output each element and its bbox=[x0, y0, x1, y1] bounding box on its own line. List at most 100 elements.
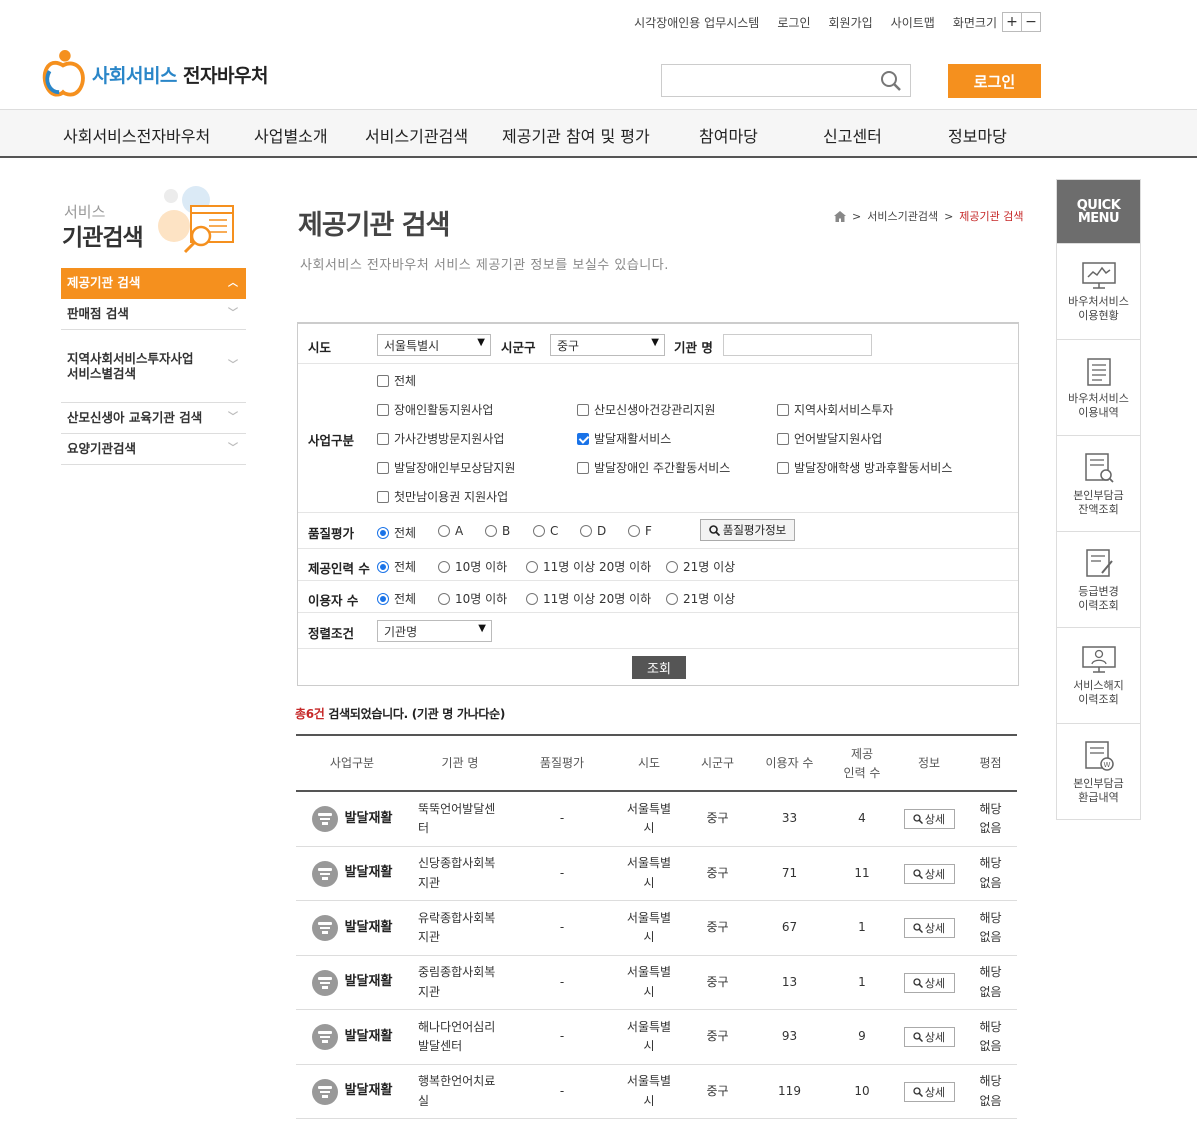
biz-checkbox-day-activity[interactable]: 발달장애인 주간활동서비스 bbox=[577, 459, 730, 476]
quick-item-grade-history[interactable]: 등급변경 이력조회 bbox=[1057, 531, 1140, 627]
org-name-label: 기관 명 bbox=[674, 340, 713, 355]
util-link-login[interactable]: 로그인 bbox=[777, 14, 810, 31]
chevron-down-icon: ▼ bbox=[478, 623, 486, 634]
side-nav-item-provider-search[interactable]: 제공기관 검색 ︿ bbox=[61, 268, 246, 299]
users-radio-all[interactable]: 전체 bbox=[377, 590, 416, 607]
login-button[interactable]: 로그인 bbox=[948, 64, 1041, 98]
search-submit-button[interactable]: 조회 bbox=[632, 656, 686, 679]
search-icon bbox=[913, 977, 923, 988]
development-rehab-icon bbox=[311, 860, 338, 887]
staff-radio-all[interactable]: 전체 bbox=[377, 558, 416, 575]
users-radio-under-10[interactable]: 10명 이하 bbox=[438, 590, 507, 607]
quick-item-termination-history[interactable]: 서비스해지 이력조회 bbox=[1057, 627, 1140, 723]
biz-checkbox-first-meeting[interactable]: 첫만남이용권 지원사업 bbox=[377, 488, 508, 505]
biz-checkbox-development-rehab[interactable]: 발달재활서비스 bbox=[577, 430, 671, 447]
quick-item-usage-history[interactable]: 바우처서비스 이용내역 bbox=[1057, 339, 1140, 435]
cell-sigungu: 중구 bbox=[706, 920, 729, 935]
staff-radio-11-to-20[interactable]: 11명 이상 20명 이하 bbox=[526, 558, 651, 575]
users-radio-11-to-20[interactable]: 11명 이상 20명 이하 bbox=[526, 590, 651, 607]
search-icon bbox=[913, 868, 923, 879]
cell-quality: - bbox=[559, 920, 565, 935]
detail-button[interactable]: 상세 bbox=[903, 1081, 955, 1102]
home-icon[interactable] bbox=[834, 210, 846, 222]
breadcrumb-item[interactable]: 서비스기관검색 bbox=[867, 208, 938, 224]
development-rehab-icon bbox=[311, 969, 338, 996]
table-row[interactable]: 발달재활 뚝뚝언어발달센 터 - 서울특별 시 중구 33 4 상세 해당 없음 bbox=[296, 792, 1017, 847]
quality-radio-c[interactable]: C bbox=[533, 524, 558, 538]
util-link-accessibility[interactable]: 시각장애인용 업무시스템 bbox=[634, 14, 759, 31]
gnb-item-participation[interactable]: 제공기관 참여 및 평가 bbox=[502, 123, 650, 147]
breadcrumb: > 서비스기관검색 > 제공기관 검색 bbox=[834, 208, 1024, 224]
search-input[interactable] bbox=[662, 65, 872, 96]
detail-button[interactable]: 상세 bbox=[903, 863, 955, 884]
monitor-chart-icon bbox=[1081, 262, 1116, 289]
table-row[interactable]: 발달재활 행복한언어치료 실 - 서울특별 시 중구 119 10 상세 해당 없음 bbox=[296, 1065, 1017, 1119]
quality-info-button[interactable]: 품질평가정보 bbox=[700, 519, 795, 541]
gnb-item-org-search[interactable]: 서비스기관검색 bbox=[365, 123, 468, 147]
biz-checkbox-after-school[interactable]: 발달장애학생 방과후활동서비스 bbox=[777, 459, 952, 476]
quality-radio-a[interactable]: A bbox=[438, 524, 463, 538]
sido-select[interactable]: 서울특별시 ▼ bbox=[377, 334, 491, 356]
document-coin-icon: W bbox=[1084, 741, 1114, 771]
cell-business: 발달재활 bbox=[296, 901, 408, 955]
cell-info: 상세 bbox=[894, 847, 964, 901]
site-search bbox=[661, 64, 911, 97]
quick-item-usage-status[interactable]: 바우처서비스 이용현황 bbox=[1057, 243, 1140, 339]
search-icon bbox=[913, 1032, 923, 1042]
zoom-in-button[interactable]: + bbox=[1002, 12, 1022, 32]
detail-button[interactable]: 상세 bbox=[903, 972, 955, 993]
cell-sido: 서울특별 시 bbox=[626, 965, 672, 999]
quick-item-balance[interactable]: 본인부담금 잔액조회 bbox=[1057, 435, 1140, 531]
util-link-signup[interactable]: 회원가입 bbox=[828, 14, 872, 31]
quality-radio-d[interactable]: D bbox=[580, 524, 606, 538]
detail-button[interactable]: 상세 bbox=[903, 809, 955, 829]
zoom-out-button[interactable]: − bbox=[1021, 12, 1041, 32]
biz-checkbox-community-investment[interactable]: 지역사회서비스투자 bbox=[777, 401, 893, 418]
biz-checkbox-parent-counseling[interactable]: 발달장애인부모상담지원 bbox=[377, 459, 515, 476]
gnb-item-forum[interactable]: 참여마당 bbox=[699, 123, 758, 147]
page-description: 사회서비스 전자바우처 서비스 제공기관 정보를 보실수 있습니다. bbox=[300, 258, 669, 273]
side-nav: 제공기관 검색 ︿ 판매점 검색 ﹀ 지역사회서비스투자사업 서비스별검색 ﹀ … bbox=[61, 268, 246, 465]
users-radio-over-21[interactable]: 21명 이상 bbox=[666, 590, 735, 607]
util-link-sitemap[interactable]: 사이트맵 bbox=[891, 14, 935, 31]
search-icon[interactable] bbox=[880, 70, 902, 92]
gnb-item-business[interactable]: 사업별소개 bbox=[254, 123, 328, 147]
sort-select[interactable]: 기관명 ▼ bbox=[377, 620, 492, 642]
gnb-item-voucher[interactable]: 사회서비스전자바우처 bbox=[63, 123, 210, 147]
quality-radio-b[interactable]: B bbox=[485, 524, 510, 538]
quality-radio-all[interactable]: 전체 bbox=[377, 524, 416, 541]
quality-radio-f[interactable]: F bbox=[628, 524, 652, 538]
biz-checkbox-home-care[interactable]: 가사간병방문지원사업 bbox=[377, 430, 504, 447]
table-row[interactable]: 발달재활 중림종합사회복 지관 - 서울특별 시 중구 13 1 상세 해당 없음 bbox=[296, 956, 1017, 1010]
logo-text-secondary: 전자바우처 bbox=[183, 64, 268, 87]
detail-button[interactable]: 상세 bbox=[903, 918, 955, 938]
cell-sigungu: 중구 bbox=[706, 974, 729, 989]
cell-score: 해당 없음 bbox=[979, 1019, 1002, 1053]
staff-radio-over-21[interactable]: 21명 이상 bbox=[666, 558, 735, 575]
side-nav-item-store-search[interactable]: 판매점 검색 ﹀ bbox=[61, 299, 246, 330]
staff-radio-under-10[interactable]: 10명 이하 bbox=[438, 558, 507, 575]
sigungu-select[interactable]: 중구 ▼ bbox=[550, 334, 665, 356]
gnb-item-report[interactable]: 신고센터 bbox=[823, 123, 882, 147]
biz-checkbox-activity-support[interactable]: 장애인활동지원사업 bbox=[377, 401, 493, 418]
biz-checkbox-language-development[interactable]: 언어발달지원사업 bbox=[777, 430, 882, 447]
col-header-sigungu: 시군구 bbox=[700, 756, 735, 771]
cell-staff: 11 bbox=[854, 865, 870, 880]
table-row[interactable]: 발달재활 해나다언어심리 발달센터 - 서울특별 시 중구 93 9 상세 해당 없음 bbox=[296, 1010, 1017, 1065]
document-search-icon bbox=[1084, 453, 1114, 483]
table-row[interactable]: 발달재활 신당종합사회복 지관 - 서울특별 시 중구 71 11 상세 해당 없음 bbox=[296, 847, 1017, 901]
quick-item-refund-history[interactable]: W 본인부담금 환급내역 bbox=[1057, 723, 1140, 819]
table-row[interactable]: 발달재활 유락종합사회복 지관 - 서울특별 시 중구 67 1 상세 해당 없음 bbox=[296, 901, 1017, 956]
development-rehab-icon bbox=[311, 806, 338, 832]
side-nav-item-care-facility[interactable]: 요양기관검색 ﹀ bbox=[61, 434, 246, 465]
detail-button[interactable]: 상세 bbox=[903, 1027, 955, 1047]
side-nav-item-community-investment[interactable]: 지역사회서비스투자사업 서비스별검색 ﹀ bbox=[61, 330, 246, 403]
side-nav-item-maternity-education[interactable]: 산모신생아 교육기관 검색 ﹀ bbox=[61, 403, 246, 434]
biz-checkbox-all[interactable]: 전체 bbox=[377, 372, 416, 389]
site-logo[interactable]: 사회서비스 전자바우처 bbox=[40, 48, 268, 100]
chevron-down-icon: ﹀ bbox=[228, 360, 238, 371]
biz-checkbox-maternity-care[interactable]: 산모신생아건강관리지원 bbox=[577, 401, 715, 418]
gnb-item-info[interactable]: 정보마당 bbox=[948, 123, 1007, 147]
col-header-staff: 제공 인력 수 bbox=[843, 746, 881, 780]
org-name-input[interactable] bbox=[723, 334, 872, 356]
